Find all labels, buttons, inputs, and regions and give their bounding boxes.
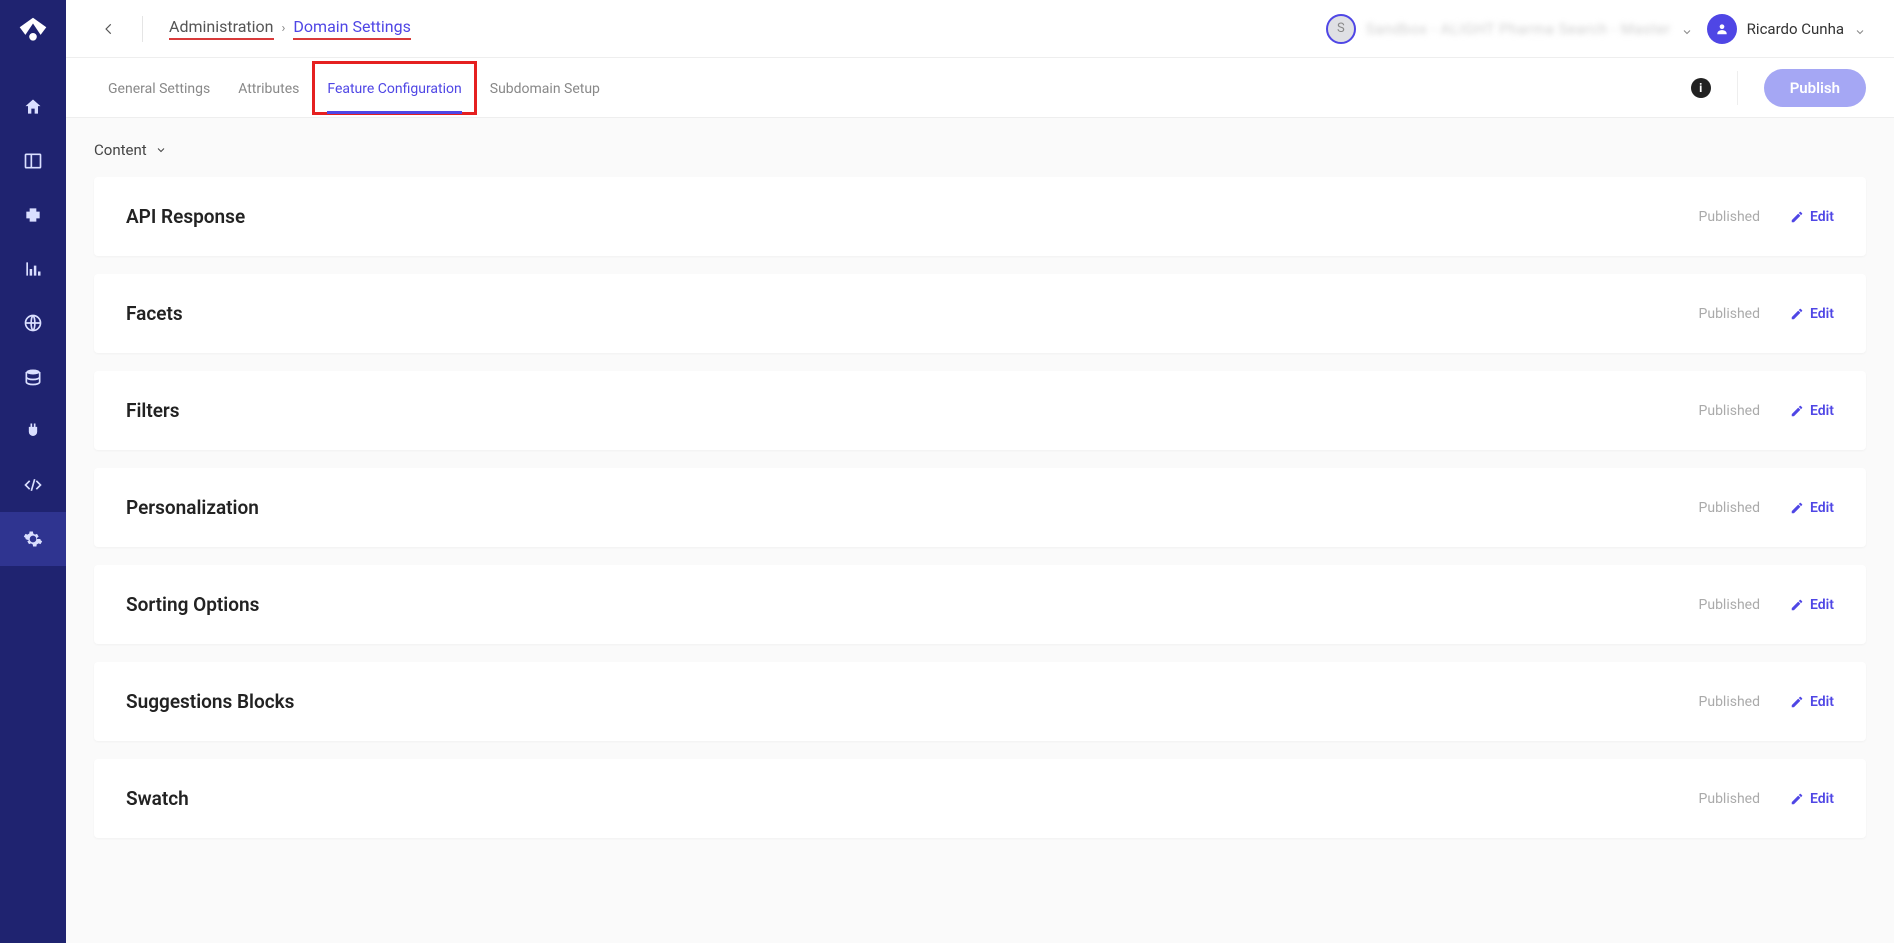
status-badge: Published [1699,500,1760,516]
nav-code[interactable] [0,458,66,512]
content-dropdown-label: Content [94,141,147,159]
user-avatar-icon [1707,14,1737,44]
chevron-down-icon [1854,23,1866,35]
user-name: Ricardo Cunha [1747,20,1844,38]
breadcrumb: Administration › Domain Settings [169,17,411,40]
nav-database[interactable] [0,350,66,404]
chevron-down-icon [1681,23,1693,35]
status-badge: Published [1699,694,1760,710]
pencil-icon [1790,210,1804,224]
feature-card: Personalization Published Edit [94,468,1866,547]
edit-button[interactable]: Edit [1790,597,1834,613]
tab-attributes[interactable]: Attributes [224,62,313,114]
account-badge: S [1326,14,1356,44]
status-badge: Published [1699,209,1760,225]
edit-label: Edit [1810,791,1834,807]
sidebar [0,0,66,943]
nav-home[interactable] [0,80,66,134]
edit-button[interactable]: Edit [1790,209,1834,225]
breadcrumb-leaf: Domain Settings [293,17,410,40]
edit-button[interactable]: Edit [1790,306,1834,322]
nav-settings[interactable] [0,512,66,566]
status-badge: Published [1699,791,1760,807]
card-title: Facets [126,302,183,325]
pencil-icon [1790,404,1804,418]
pencil-icon [1790,598,1804,612]
nav-globe[interactable] [0,296,66,350]
nav-plug[interactable] [0,404,66,458]
pencil-icon [1790,695,1804,709]
topbar: Administration › Domain Settings S Sandb… [66,0,1894,58]
account-switcher[interactable]: S Sandbox - ALIGHT Pharma Search - Maste… [1326,14,1693,44]
account-name: Sandbox - ALIGHT Pharma Search - Master [1366,20,1671,38]
edit-label: Edit [1810,209,1834,225]
edit-button[interactable]: Edit [1790,791,1834,807]
status-badge: Published [1699,306,1760,322]
edit-label: Edit [1810,500,1834,516]
user-menu[interactable]: Ricardo Cunha [1707,14,1866,44]
logo [14,14,52,52]
tab-feature-configuration[interactable]: Feature Configuration [313,62,475,114]
feature-card: Filters Published Edit [94,371,1866,450]
pencil-icon [1790,792,1804,806]
edit-button[interactable]: Edit [1790,500,1834,516]
card-title: Filters [126,399,180,422]
feature-card: Suggestions Blocks Published Edit [94,662,1866,741]
content-area: Content API Response Published Edit Facets P… [66,118,1894,943]
info-icon[interactable]: i [1691,78,1711,98]
edit-label: Edit [1810,597,1834,613]
publish-button[interactable]: Publish [1764,69,1866,107]
pencil-icon [1790,501,1804,515]
chevron-right-icon: › [282,21,286,36]
edit-button[interactable]: Edit [1790,694,1834,710]
feature-card: Swatch Published Edit [94,759,1866,838]
edit-button[interactable]: Edit [1790,403,1834,419]
topbar-divider [142,16,143,42]
feature-card: API Response Published Edit [94,177,1866,256]
card-title: API Response [126,205,245,228]
feature-card: Facets Published Edit [94,274,1866,353]
nav-chart[interactable] [0,242,66,296]
edit-label: Edit [1810,694,1834,710]
status-badge: Published [1699,403,1760,419]
card-title: Swatch [126,787,189,810]
card-title: Suggestions Blocks [126,690,294,713]
tabs-divider [1737,71,1738,105]
nav-panel[interactable] [0,134,66,188]
tab-subdomain-setup[interactable]: Subdomain Setup [476,62,614,114]
tabs-row: General SettingsAttributesFeature Config… [66,58,1894,118]
chevron-down-icon [155,144,167,156]
pencil-icon [1790,307,1804,321]
content-dropdown[interactable]: Content [94,141,167,159]
status-badge: Published [1699,597,1760,613]
card-title: Personalization [126,496,259,519]
feature-card: Sorting Options Published Edit [94,565,1866,644]
card-title: Sorting Options [126,593,259,616]
breadcrumb-root[interactable]: Administration [169,17,274,40]
tab-general-settings[interactable]: General Settings [94,62,224,114]
edit-label: Edit [1810,403,1834,419]
back-button[interactable] [94,14,124,44]
nav-puzzle[interactable] [0,188,66,242]
edit-label: Edit [1810,306,1834,322]
